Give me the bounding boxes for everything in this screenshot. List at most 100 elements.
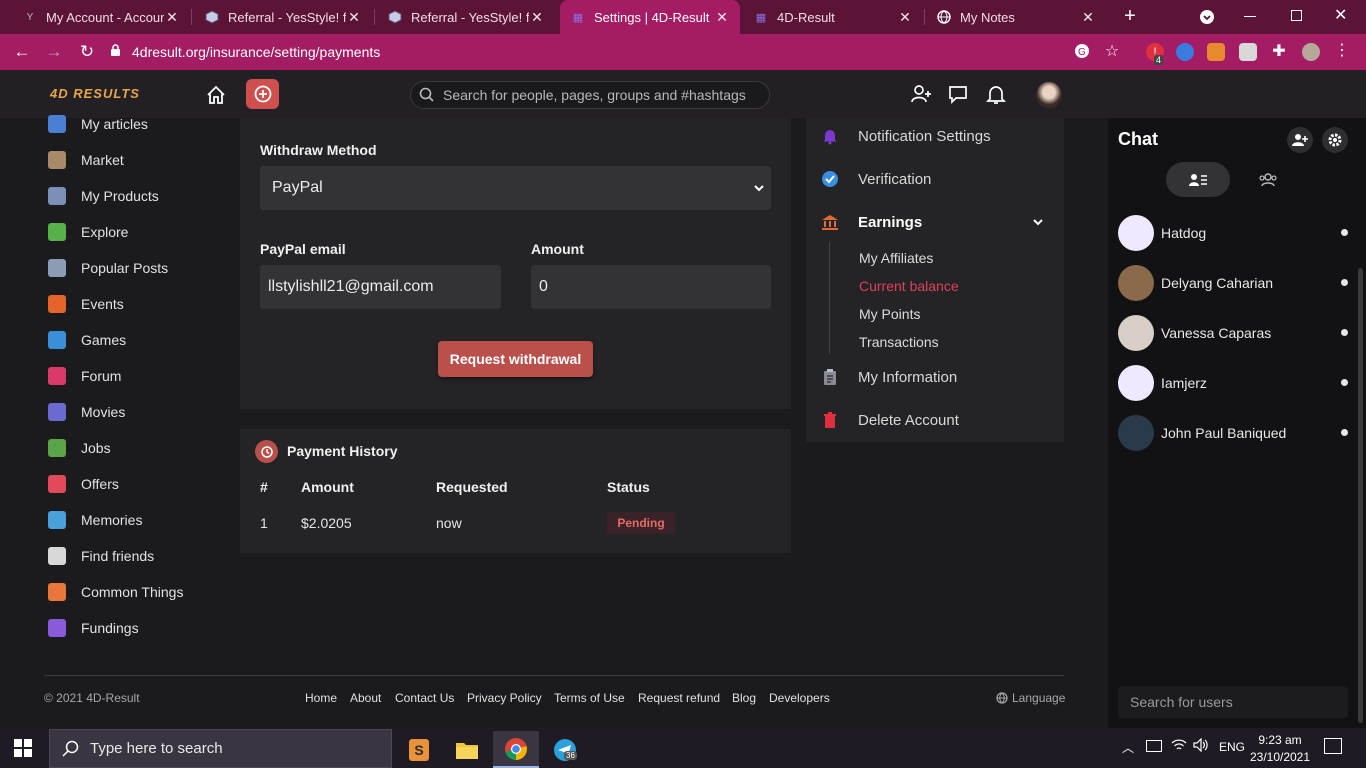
extension-fox-icon[interactable] [1207,43,1225,61]
sidebar-item-market[interactable]: Market [48,148,124,172]
close-icon[interactable]: ✕ [529,9,545,26]
google-translate-icon[interactable]: G [1073,43,1091,61]
taskbar-app-telegram[interactable]: 36 [542,731,588,768]
tab-4d-result[interactable]: ▦ 4D-Result ✕ [743,0,923,34]
notifications-bell-icon[interactable] [985,83,1007,105]
back-icon[interactable]: ← [12,42,32,62]
menu-delete-account[interactable]: Delete Account [820,408,959,432]
sidebar-item-explore[interactable]: Explore [48,220,128,244]
footer-link-terms[interactable]: Terms of Use [554,691,625,705]
site-search-input[interactable]: Search for people, pages, groups and #ha… [410,81,770,109]
sidebar-item-offers[interactable]: Offers [48,472,119,496]
chat-scrollbar[interactable] [1358,268,1363,723]
reload-icon[interactable]: ↻ [77,42,97,62]
footer-link-contact[interactable]: Contact Us [395,691,454,705]
close-icon[interactable]: ✕ [714,9,730,26]
menu-my-information[interactable]: My Information [820,365,957,389]
chat-user-item[interactable]: Vanessa Caparas [1118,315,1350,351]
notification-center-icon[interactable] [1324,738,1342,754]
extension-image-icon[interactable] [1239,43,1257,61]
add-group-icon[interactable] [1287,127,1313,153]
sidebar-item-movies[interactable]: Movies [48,400,125,424]
sidebar-item-fundings[interactable]: Fundings [48,616,139,640]
add-friend-icon[interactable] [910,83,932,105]
extension-blue-icon[interactable] [1176,43,1194,61]
home-icon[interactable] [205,84,227,106]
menu-verification[interactable]: Verification [820,167,931,191]
wifi-icon[interactable] [1171,738,1187,757]
sidebar-item-label: Memories [81,512,143,528]
battery-icon[interactable] [1146,740,1162,752]
taskbar-search-input[interactable]: Type here to search [49,729,392,768]
tab-groups[interactable] [1252,170,1284,190]
footer-link-blog[interactable]: Blog [732,691,756,705]
chat-user-item[interactable]: John Paul Baniqued [1118,415,1350,451]
footer-link-privacy[interactable]: Privacy Policy [467,691,542,705]
tab-my-account[interactable]: Y My Account - Account ✕ [12,0,190,34]
chat-user-item[interactable]: Hatdog [1118,215,1350,251]
withdraw-method-select[interactable]: PayPal [260,166,771,210]
footer-link-refund[interactable]: Request refund [638,691,720,705]
minimize-icon[interactable] [1244,16,1256,17]
chat-user-item[interactable]: Delyang Caharian [1118,265,1350,301]
menu-earnings[interactable]: Earnings [820,210,1050,234]
language-indicator[interactable]: ENG [1219,740,1245,754]
url-field[interactable]: 4dresult.org/insurance/setting/payments [110,39,1130,65]
sidebar-item-my-articles[interactable]: My articles [48,112,148,136]
taskbar-app-chrome[interactable] [493,731,539,768]
footer-link-about[interactable]: About [350,691,381,705]
footer-link-home[interactable]: Home [305,691,337,705]
sidebar-item-events[interactable]: Events [48,292,124,316]
clock-time[interactable]: 9:23 am [1252,733,1308,747]
chat-settings-gear-icon[interactable] [1322,127,1348,153]
sidebar-item-forum[interactable]: Forum [48,364,121,388]
submenu-my-affiliates[interactable]: My Affiliates [859,250,933,266]
create-button[interactable] [246,79,279,109]
sidebar-item-memories[interactable]: Memories [48,508,142,532]
menu-notification-settings[interactable]: Notification Settings [820,124,991,148]
submenu-my-points[interactable]: My Points [859,306,920,322]
close-icon[interactable]: ✕ [1080,9,1096,26]
tab-referral-2[interactable]: Referral - YesStyle! free ✕ [377,0,555,34]
site-logo[interactable]: 4D RESULTS [50,86,140,101]
tab-settings[interactable]: ▦ Settings | 4D-Result ✕ [560,0,740,34]
close-icon[interactable]: ✕ [897,9,913,26]
sidebar-item-jobs[interactable]: Jobs [48,436,111,460]
puzzle-icon[interactable]: ✚ [1270,43,1288,61]
tab-referral-1[interactable]: Referral - YesStyle! free ✕ [194,0,372,34]
volume-icon[interactable] [1193,737,1209,757]
tab-contacts[interactable] [1166,162,1230,197]
forward-icon[interactable]: → [44,42,64,62]
taskbar-app-sublime[interactable]: S [396,731,442,768]
messages-icon[interactable] [947,83,969,105]
sidebar-item-popular-posts[interactable]: Popular Posts [48,256,168,280]
close-icon[interactable]: ✕ [164,9,180,26]
profile-avatar[interactable] [1302,43,1320,61]
sidebar-item-find-friends[interactable]: Find friends [48,544,154,568]
tab-search-icon[interactable] [1200,10,1214,24]
close-icon[interactable]: ✕ [346,9,362,26]
language-selector[interactable]: Language [996,691,1065,705]
request-withdrawal-button[interactable]: Request withdrawal [438,341,593,377]
footer-link-developers[interactable]: Developers [769,691,830,705]
search-users-input[interactable]: Search for users [1118,686,1348,718]
taskbar-app-explorer[interactable] [444,731,490,768]
tray-chevron-up-icon[interactable]: ︿ [1122,739,1134,756]
amount-field[interactable]: 0 [531,265,771,309]
submenu-current-balance[interactable]: Current balance [859,278,959,294]
clock-date[interactable]: 23/10/2021 [1248,750,1312,764]
sidebar-item-games[interactable]: Games [48,328,126,352]
chat-user-item[interactable]: Iamjerz [1118,365,1350,401]
close-window-icon[interactable]: ✕ [1334,5,1350,25]
paypal-email-field[interactable]: llstylishll21@gmail.com [260,265,501,309]
new-tab-button[interactable]: + [1120,6,1140,26]
restore-icon[interactable] [1291,10,1302,21]
sidebar-item-my-products[interactable]: My Products [48,184,159,208]
bookmark-star-icon[interactable]: ☆ [1103,43,1121,61]
user-avatar[interactable] [1036,82,1062,108]
chrome-menu-icon[interactable]: ⋮ [1333,43,1351,61]
tab-my-notes[interactable]: My Notes ✕ [926,0,1106,34]
submenu-transactions[interactable]: Transactions [859,334,939,350]
sidebar-item-common-things[interactable]: Common Things [48,580,183,604]
windows-start-icon[interactable] [14,739,32,757]
